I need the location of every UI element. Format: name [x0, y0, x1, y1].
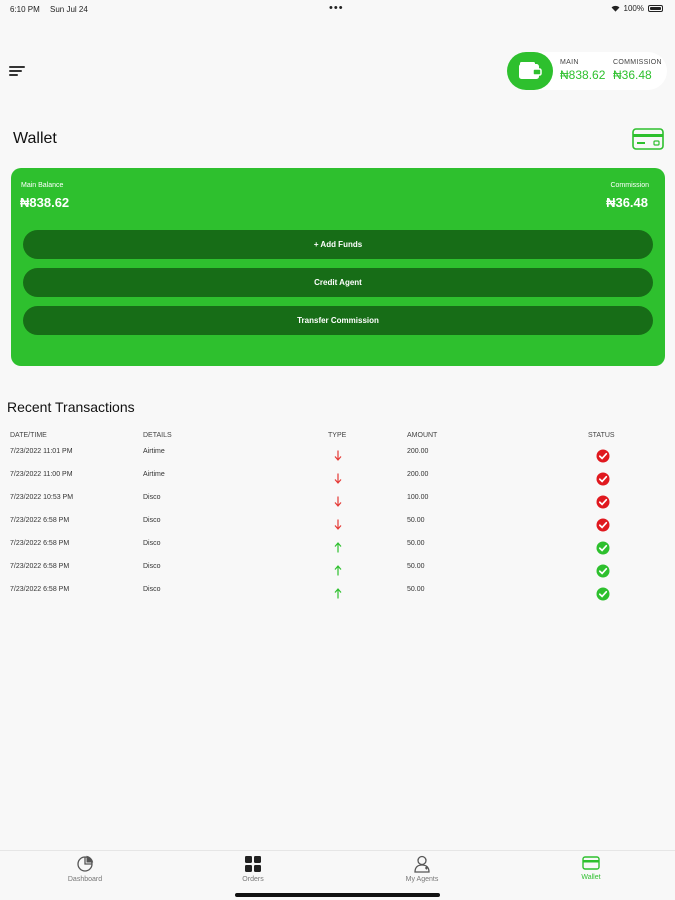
table-row[interactable]: 7/23/2022 6:58 PM Disco 50.00 — [0, 517, 675, 532]
row-details: Airtime — [143, 448, 165, 455]
chip-commission-label: COMMISSION — [613, 59, 662, 66]
transactions-header: DATE/TIME DETAILS TYPE AMOUNT STATUS — [0, 432, 675, 446]
balance-card: Main Balance ₦838.62 Commission ₦36.48 +… — [11, 168, 665, 366]
failed-check-icon — [596, 472, 610, 486]
arrow-up-icon — [334, 588, 342, 599]
add-funds-button[interactable]: + Add Funds — [23, 230, 653, 259]
row-date: 7/23/2022 11:01 PM — [10, 448, 73, 455]
arrow-down-icon — [334, 496, 342, 507]
table-row[interactable]: 7/23/2022 11:00 PM Airtime 200.00 — [0, 471, 675, 486]
transfer-commission-button[interactable]: Transfer Commission — [23, 306, 653, 335]
status-right: 100% — [611, 4, 663, 13]
tab-dashboard[interactable]: Dashboard — [40, 855, 130, 883]
tab-orders[interactable]: Orders — [208, 855, 298, 883]
tab-dashboard-label: Dashboard — [67, 876, 103, 883]
credit-card-icon[interactable] — [632, 128, 664, 150]
tab-my-agents[interactable]: My Agents — [377, 855, 467, 883]
agent-icon — [414, 855, 430, 873]
battery-percent: 100% — [623, 4, 644, 13]
header-date: DATE/TIME — [10, 432, 47, 439]
tab-my-agents-label: My Agents — [405, 876, 439, 883]
status-time: 6:10 PM — [10, 5, 40, 14]
recent-transactions-title: Recent Transactions — [7, 399, 135, 415]
row-date: 7/23/2022 6:58 PM — [10, 540, 70, 547]
table-row[interactable]: 7/23/2022 10:53 PM Disco 100.00 — [0, 494, 675, 509]
failed-check-icon — [596, 495, 610, 509]
chip-main: MAIN ₦838.62 — [560, 59, 605, 82]
chip-main-value: ₦838.62 — [560, 68, 606, 82]
main-balance-label: Main Balance — [21, 182, 64, 189]
main-balance-value: ₦838.62 — [20, 195, 70, 210]
arrow-up-icon — [334, 542, 342, 553]
row-details: Disco — [143, 540, 161, 547]
row-amount: 50.00 — [407, 586, 425, 593]
status-date: Sun Jul 24 — [50, 5, 88, 14]
header-details: DETAILS — [143, 432, 172, 439]
arrow-down-icon — [334, 519, 342, 530]
credit-agent-button[interactable]: Credit Agent — [23, 268, 653, 297]
row-amount: 50.00 — [407, 563, 425, 570]
row-date: 7/23/2022 11:00 PM — [10, 471, 73, 478]
row-date: 7/23/2022 6:58 PM — [10, 563, 70, 570]
wallet-icon — [507, 52, 553, 90]
table-row[interactable]: 7/23/2022 6:58 PM Disco 50.00 — [0, 540, 675, 555]
failed-check-icon — [596, 449, 610, 463]
status-bar: 6:10 PM Sun Jul 24 ••• 100% — [0, 0, 675, 18]
chip-commission-value: ₦36.48 — [613, 68, 652, 82]
battery-icon — [648, 5, 663, 12]
commission-label: Commission — [610, 182, 649, 189]
header-status: STATUS — [588, 432, 615, 439]
arrow-up-icon — [334, 565, 342, 576]
chip-commission: COMMISSION ₦36.48 — [613, 59, 662, 82]
row-details: Disco — [143, 563, 161, 570]
tab-wallet[interactable]: Wallet — [546, 855, 636, 881]
success-check-icon — [596, 541, 610, 555]
failed-check-icon — [596, 518, 610, 532]
row-date: 7/23/2022 10:53 PM — [10, 494, 74, 501]
page-title: Wallet — [13, 130, 57, 147]
row-amount: 100.00 — [407, 494, 429, 501]
row-date: 7/23/2022 6:58 PM — [10, 586, 70, 593]
row-amount: 50.00 — [407, 540, 425, 547]
header-type: TYPE — [328, 432, 347, 439]
table-row[interactable]: 7/23/2022 6:58 PM Disco 50.00 — [0, 563, 675, 578]
pie-chart-icon — [77, 855, 94, 872]
table-row[interactable]: 7/23/2022 11:01 PM Airtime 200.00 — [0, 448, 675, 463]
header-amount: AMOUNT — [407, 432, 438, 439]
wifi-icon — [611, 5, 619, 12]
row-details: Airtime — [143, 471, 165, 478]
arrow-down-icon — [334, 450, 342, 461]
commission-value: ₦36.48 — [606, 195, 648, 210]
chip-main-label: MAIN — [560, 59, 579, 66]
row-amount: 200.00 — [407, 471, 429, 478]
success-check-icon — [596, 587, 610, 601]
menu-icon[interactable] — [9, 66, 25, 78]
multitask-dots[interactable]: ••• — [329, 2, 344, 14]
tab-wallet-label: Wallet — [581, 874, 601, 881]
success-check-icon — [596, 564, 610, 578]
arrow-down-icon — [334, 473, 342, 484]
row-date: 7/23/2022 6:58 PM — [10, 517, 70, 524]
grid-icon — [245, 856, 261, 872]
row-details: Disco — [143, 586, 161, 593]
wallet-card-icon — [582, 856, 600, 870]
table-row[interactable]: 7/23/2022 6:58 PM Disco 50.00 — [0, 586, 675, 601]
row-details: Disco — [143, 517, 161, 524]
row-amount: 50.00 — [407, 517, 425, 524]
tab-orders-label: Orders — [242, 876, 264, 883]
row-details: Disco — [143, 494, 161, 501]
row-amount: 200.00 — [407, 448, 429, 455]
home-indicator[interactable] — [235, 893, 440, 897]
wallet-summary-chip[interactable]: MAIN ₦838.62 COMMISSION ₦36.48 — [507, 52, 667, 90]
